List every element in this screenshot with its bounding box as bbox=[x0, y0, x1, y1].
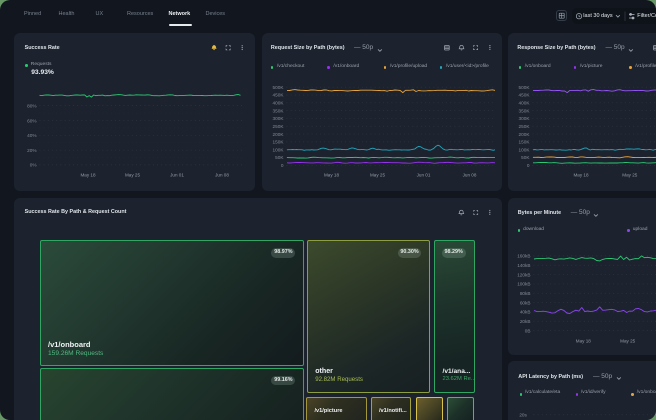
svg-text:May 18: May 18 bbox=[576, 339, 592, 344]
svg-text:150K: 150K bbox=[272, 140, 284, 145]
svg-text:60kB: 60kB bbox=[520, 300, 531, 305]
svg-text:20%: 20% bbox=[27, 148, 36, 153]
svg-text:20kB: 20kB bbox=[520, 319, 531, 324]
svg-text:80%: 80% bbox=[27, 104, 36, 109]
svg-text:300K: 300K bbox=[272, 116, 284, 121]
svg-text:0B: 0B bbox=[525, 328, 531, 333]
svg-text:150K: 150K bbox=[519, 140, 531, 145]
svg-text:May 25: May 25 bbox=[125, 173, 141, 178]
svg-text:100K: 100K bbox=[519, 148, 531, 153]
svg-text:20s: 20s bbox=[519, 413, 527, 418]
svg-text:400K: 400K bbox=[272, 101, 284, 106]
svg-text:500K: 500K bbox=[519, 85, 531, 90]
svg-text:250K: 250K bbox=[272, 124, 284, 129]
svg-text:60%: 60% bbox=[27, 119, 36, 124]
svg-text:160kB: 160kB bbox=[517, 254, 530, 259]
svg-text:0%: 0% bbox=[30, 163, 37, 168]
svg-text:May 25: May 25 bbox=[620, 339, 636, 344]
svg-text:May 25: May 25 bbox=[622, 173, 638, 178]
svg-text:Jun 08: Jun 08 bbox=[215, 173, 229, 178]
svg-text:40%: 40% bbox=[27, 133, 36, 138]
svg-text:40kB: 40kB bbox=[520, 310, 531, 315]
svg-text:250K: 250K bbox=[519, 124, 531, 129]
svg-text:120kB: 120kB bbox=[517, 272, 530, 277]
svg-text:0: 0 bbox=[280, 163, 283, 168]
svg-text:450K: 450K bbox=[272, 93, 284, 98]
svg-text:200K: 200K bbox=[272, 132, 284, 137]
svg-text:500K: 500K bbox=[272, 85, 284, 90]
svg-text:100K: 100K bbox=[272, 148, 284, 153]
svg-text:350K: 350K bbox=[272, 109, 284, 114]
svg-text:May 18: May 18 bbox=[80, 173, 96, 178]
svg-text:450K: 450K bbox=[519, 93, 531, 98]
svg-text:400K: 400K bbox=[519, 101, 531, 106]
svg-text:100kB: 100kB bbox=[517, 282, 530, 287]
svg-text:300K: 300K bbox=[519, 116, 531, 121]
svg-text:80kB: 80kB bbox=[520, 291, 531, 296]
svg-text:50K: 50K bbox=[521, 155, 530, 160]
svg-text:0: 0 bbox=[527, 163, 530, 168]
svg-text:Jun 01: Jun 01 bbox=[170, 173, 184, 178]
svg-text:Jun 08: Jun 08 bbox=[462, 173, 476, 178]
svg-text:140kB: 140kB bbox=[517, 263, 530, 268]
svg-text:Jun 01: Jun 01 bbox=[416, 173, 430, 178]
svg-text:200K: 200K bbox=[519, 132, 531, 137]
svg-text:50K: 50K bbox=[275, 155, 284, 160]
svg-text:May 18: May 18 bbox=[573, 173, 589, 178]
svg-text:May 25: May 25 bbox=[369, 173, 385, 178]
svg-text:350K: 350K bbox=[519, 109, 531, 114]
svg-text:May 18: May 18 bbox=[323, 173, 339, 178]
